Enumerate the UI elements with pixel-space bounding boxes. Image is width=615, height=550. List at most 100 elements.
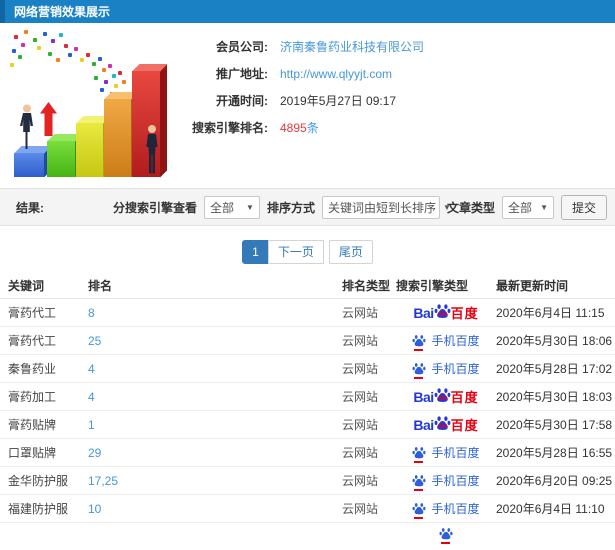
table-header-row: 关键词 排名 排名类型 搜索引擎类型 最新更新时间 bbox=[0, 273, 615, 299]
mobile-baidu-paw-icon bbox=[412, 502, 426, 519]
rank-link[interactable]: 4 bbox=[88, 362, 342, 376]
baidu-logo: Bai du 百度 bbox=[413, 387, 479, 405]
keyword-cell: 秦鲁药业 bbox=[8, 362, 57, 376]
updated-cell: 2020年5月30日 18:03 bbox=[496, 390, 613, 404]
rank-type-cell: 云网站 bbox=[342, 474, 379, 488]
rank-type-cell: 云网站 bbox=[342, 446, 379, 460]
info-row-rank: 搜索引擎排名: 4895条 bbox=[176, 114, 609, 141]
rank-link[interactable]: 29 bbox=[88, 446, 342, 460]
engine-filter-label: 分搜索引擎查看 bbox=[112, 200, 197, 215]
updated-cell: 2020年5月28日 17:02 bbox=[496, 362, 613, 376]
last-page-button[interactable]: 尾页 bbox=[328, 240, 373, 264]
rank-type-cell: 云网站 bbox=[342, 502, 379, 516]
businessman-right-figure bbox=[142, 124, 162, 177]
mobile-baidu-logo: 手机百度 bbox=[412, 332, 480, 351]
updated-cell: 2020年6月20日 09:25 bbox=[496, 474, 613, 488]
mobile-baidu-logo: 手机百度 bbox=[412, 360, 480, 379]
updated-cell: 2020年5月30日 17:58 bbox=[496, 418, 613, 432]
header-keyword: 关键词 bbox=[8, 279, 45, 293]
confetti-decoration bbox=[4, 27, 8, 31]
table-row-partial bbox=[0, 523, 615, 550]
mobile-baidu-paw-icon bbox=[412, 334, 426, 351]
next-page-button[interactable]: 下一页 bbox=[267, 240, 324, 264]
rank-link[interactable]: 8 bbox=[88, 306, 342, 320]
engine-rank-label: 搜索引擎排名: bbox=[192, 121, 268, 135]
engine-rank-unit: 条 bbox=[306, 121, 319, 135]
page-1-button[interactable]: 1 bbox=[242, 240, 269, 264]
results-table: 关键词 排名 排名类型 搜索引擎类型 最新更新时间 膏药代工 8 云网站 Bai… bbox=[0, 273, 615, 550]
chart-bar-green bbox=[47, 141, 75, 177]
baidu-paw-icon: du bbox=[434, 303, 451, 320]
keyword-cell: 金华防护服 bbox=[8, 474, 69, 488]
table-row: 膏药加工 4 云网站 Bai du 百度 手机百度 2020年5月30日 18:… bbox=[0, 383, 615, 411]
table-row: 福建防护服 10 云网站 Bai du 百度 手机百度 2020年6月4日 11… bbox=[0, 495, 615, 523]
table-row: 口罩贴牌 29 云网站 Bai du 百度 手机百度 2020年5月28日 16… bbox=[0, 439, 615, 467]
engine-cell: Bai du 百度 手机百度 bbox=[396, 303, 496, 322]
filter-bar: 结果: 分搜索引擎查看 全部 ▼ 排序方式 关键词由短到长排序 ▼ 文章类型 全… bbox=[0, 188, 615, 226]
page-title: 网络营销效果展示 bbox=[14, 5, 111, 19]
keyword-cell: 口罩贴牌 bbox=[8, 446, 57, 460]
chart-bar-yellow bbox=[76, 123, 103, 177]
table-row: 秦鲁药业 4 云网站 Bai du 百度 手机百度 2020年5月28日 17:… bbox=[0, 355, 615, 383]
rank-type-cell: 云网站 bbox=[342, 334, 379, 348]
baidu-logo: Bai du 百度 bbox=[413, 303, 479, 321]
info-row-opened: 开通时间: 2019年5月27日 09:17 bbox=[176, 87, 609, 114]
engine-cell: Bai du 百度 手机百度 bbox=[396, 500, 496, 519]
keyword-cell: 膏药代工 bbox=[8, 334, 57, 348]
info-row-company: 会员公司: 济南秦鲁药业科技有限公司 bbox=[176, 33, 609, 60]
title-bar: 网络营销效果展示 bbox=[0, 0, 615, 23]
rank-type-cell: 云网站 bbox=[342, 418, 379, 432]
engine-cell: Bai du 百度 手机百度 bbox=[396, 472, 496, 491]
hero-section: 会员公司: 济南秦鲁药业科技有限公司 推广地址: http://www.qlyy… bbox=[0, 23, 615, 188]
article-type-select[interactable]: 全部 ▼ bbox=[501, 195, 554, 219]
keyword-cell: 膏药代工 bbox=[8, 306, 57, 320]
mobile-baidu-logo: 手机百度 bbox=[412, 500, 480, 519]
table-row: 金华防护服 17,25 云网站 Bai du 百度 手机百度 2020年6月20… bbox=[0, 467, 615, 495]
pagination: 1 下一页 尾页 bbox=[0, 240, 615, 264]
rank-type-cell: 云网站 bbox=[342, 390, 379, 404]
article-type-label: 文章类型 bbox=[446, 200, 495, 215]
rank-link[interactable]: 25 bbox=[88, 334, 342, 348]
baidu-paw-icon: du bbox=[434, 387, 451, 404]
updated-cell: 2020年5月30日 18:06 bbox=[496, 334, 613, 348]
opened-time-value: 2019年5月27日 09:17 bbox=[280, 94, 397, 108]
rank-type-cell: 云网站 bbox=[342, 362, 379, 376]
info-row-url: 推广地址: http://www.qlyyjt.com bbox=[176, 60, 609, 87]
engine-cell: Bai du 百度 手机百度 bbox=[396, 444, 496, 463]
baidu-paw-icon: du bbox=[434, 415, 451, 432]
rank-link[interactable]: 4 bbox=[88, 390, 342, 404]
title-bar-edge bbox=[0, 0, 5, 23]
mobile-baidu-paw-icon bbox=[439, 527, 453, 544]
rank-link[interactable]: 17,25 bbox=[88, 474, 342, 488]
mobile-baidu-logo: 手机百度 bbox=[412, 444, 480, 463]
submit-button[interactable]: 提交 bbox=[560, 194, 607, 220]
table-row: 膏药贴牌 1 云网站 Bai du 百度 手机百度 2020年5月30日 17:… bbox=[0, 411, 615, 439]
company-link[interactable]: 济南秦鲁药业科技有限公司 bbox=[280, 40, 424, 54]
sort-label: 排序方式 bbox=[266, 200, 315, 215]
keyword-cell: 福建防护服 bbox=[8, 502, 69, 516]
updated-cell: 2020年6月4日 11:10 bbox=[496, 502, 605, 516]
marketing-illustration bbox=[4, 27, 174, 185]
engine-cell: Bai du 百度 手机百度 bbox=[396, 387, 496, 406]
chevron-down-icon: ▼ bbox=[540, 202, 548, 212]
header-updated: 最新更新时间 bbox=[496, 279, 569, 293]
company-label: 会员公司: bbox=[216, 40, 268, 54]
member-info-panel: 会员公司: 济南秦鲁药业科技有限公司 推广地址: http://www.qlyy… bbox=[176, 33, 609, 141]
header-rank: 排名 bbox=[88, 279, 113, 293]
engine-rank-count: 4895 bbox=[280, 121, 307, 135]
engine-filter-select[interactable]: 全部 ▼ bbox=[203, 195, 260, 219]
sort-select[interactable]: 关键词由短到长排序 ▼ bbox=[321, 195, 451, 219]
header-rank-type: 排名类型 bbox=[342, 279, 391, 293]
mobile-baidu-paw-icon bbox=[412, 446, 426, 463]
engine-cell: Bai du 百度 手机百度 bbox=[396, 332, 496, 351]
promotion-url-link[interactable]: http://www.qlyyjt.com bbox=[280, 67, 392, 81]
opened-time-label: 开通时间: bbox=[216, 94, 268, 108]
promotion-url-label: 推广地址: bbox=[216, 67, 268, 81]
mobile-baidu-paw-icon bbox=[412, 362, 426, 379]
header-engine-type: 搜索引擎类型 bbox=[396, 279, 469, 293]
businessman-left-figure bbox=[17, 104, 37, 153]
rank-link[interactable]: 10 bbox=[88, 502, 342, 516]
result-label: 结果: bbox=[16, 200, 44, 215]
rank-link[interactable]: 1 bbox=[88, 418, 342, 432]
chart-bar-orange bbox=[104, 99, 131, 177]
